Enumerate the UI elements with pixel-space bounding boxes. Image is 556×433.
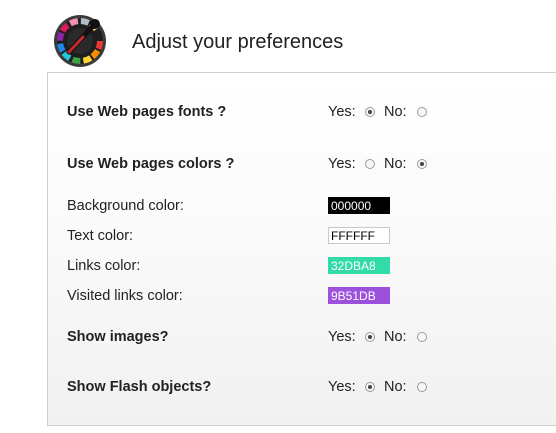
links-color-label: Links color:	[67, 258, 141, 274]
preferences-panel: Use Web pages fonts ? Yes: No: Use Web p…	[47, 72, 556, 426]
color-wheel-icon	[53, 14, 107, 68]
use-fonts-yes-radio[interactable]	[365, 107, 375, 117]
use-fonts-label: Use Web pages fonts ?	[67, 104, 227, 120]
use-colors-no-radio[interactable]	[417, 159, 427, 169]
text-color-label: Text color:	[67, 228, 134, 244]
show-flash-label: Show Flash objects?	[67, 379, 212, 395]
show-images-yes-radio[interactable]	[365, 332, 375, 342]
visited-links-color-label: Visited links color:	[67, 288, 183, 304]
links-color-input[interactable]: 32DBA8	[328, 257, 390, 274]
use-fonts-no-radio[interactable]	[417, 107, 427, 117]
text-color-input[interactable]: FFFFFF	[328, 227, 390, 244]
show-images-no-label: No:	[384, 329, 407, 345]
use-colors-row: Use Web pages colors ? Yes: No:	[48, 153, 556, 177]
background-color-row: Background color: 000000	[48, 195, 556, 219]
use-colors-label: Use Web pages colors ?	[67, 156, 235, 172]
use-fonts-yes-label: Yes:	[328, 104, 356, 120]
page-title: Adjust your preferences	[132, 31, 344, 53]
show-flash-no-label: No:	[384, 379, 407, 395]
show-images-yes-label: Yes:	[328, 329, 356, 345]
text-color-row: Text color: FFFFFF	[48, 225, 556, 249]
use-fonts-no-label: No:	[384, 104, 407, 120]
use-colors-yes-radio[interactable]	[365, 159, 375, 169]
visited-links-color-input[interactable]: 9B51DB	[328, 287, 390, 304]
visited-links-color-row: Visited links color: 9B51DB	[48, 285, 556, 309]
show-flash-row: Show Flash objects? Yes: No:	[48, 376, 556, 400]
show-images-row: Show images? Yes: No:	[48, 326, 556, 350]
show-images-label: Show images?	[67, 329, 169, 345]
use-colors-no-label: No:	[384, 156, 407, 172]
show-flash-no-radio[interactable]	[417, 382, 427, 392]
background-color-input[interactable]: 000000	[328, 197, 390, 214]
show-images-no-radio[interactable]	[417, 332, 427, 342]
show-flash-yes-radio[interactable]	[365, 382, 375, 392]
use-colors-yes-label: Yes:	[328, 156, 356, 172]
use-fonts-row: Use Web pages fonts ? Yes: No:	[48, 101, 556, 125]
background-color-label: Background color:	[67, 198, 184, 214]
show-flash-yes-label: Yes:	[328, 379, 356, 395]
links-color-row: Links color: 32DBA8	[48, 255, 556, 279]
